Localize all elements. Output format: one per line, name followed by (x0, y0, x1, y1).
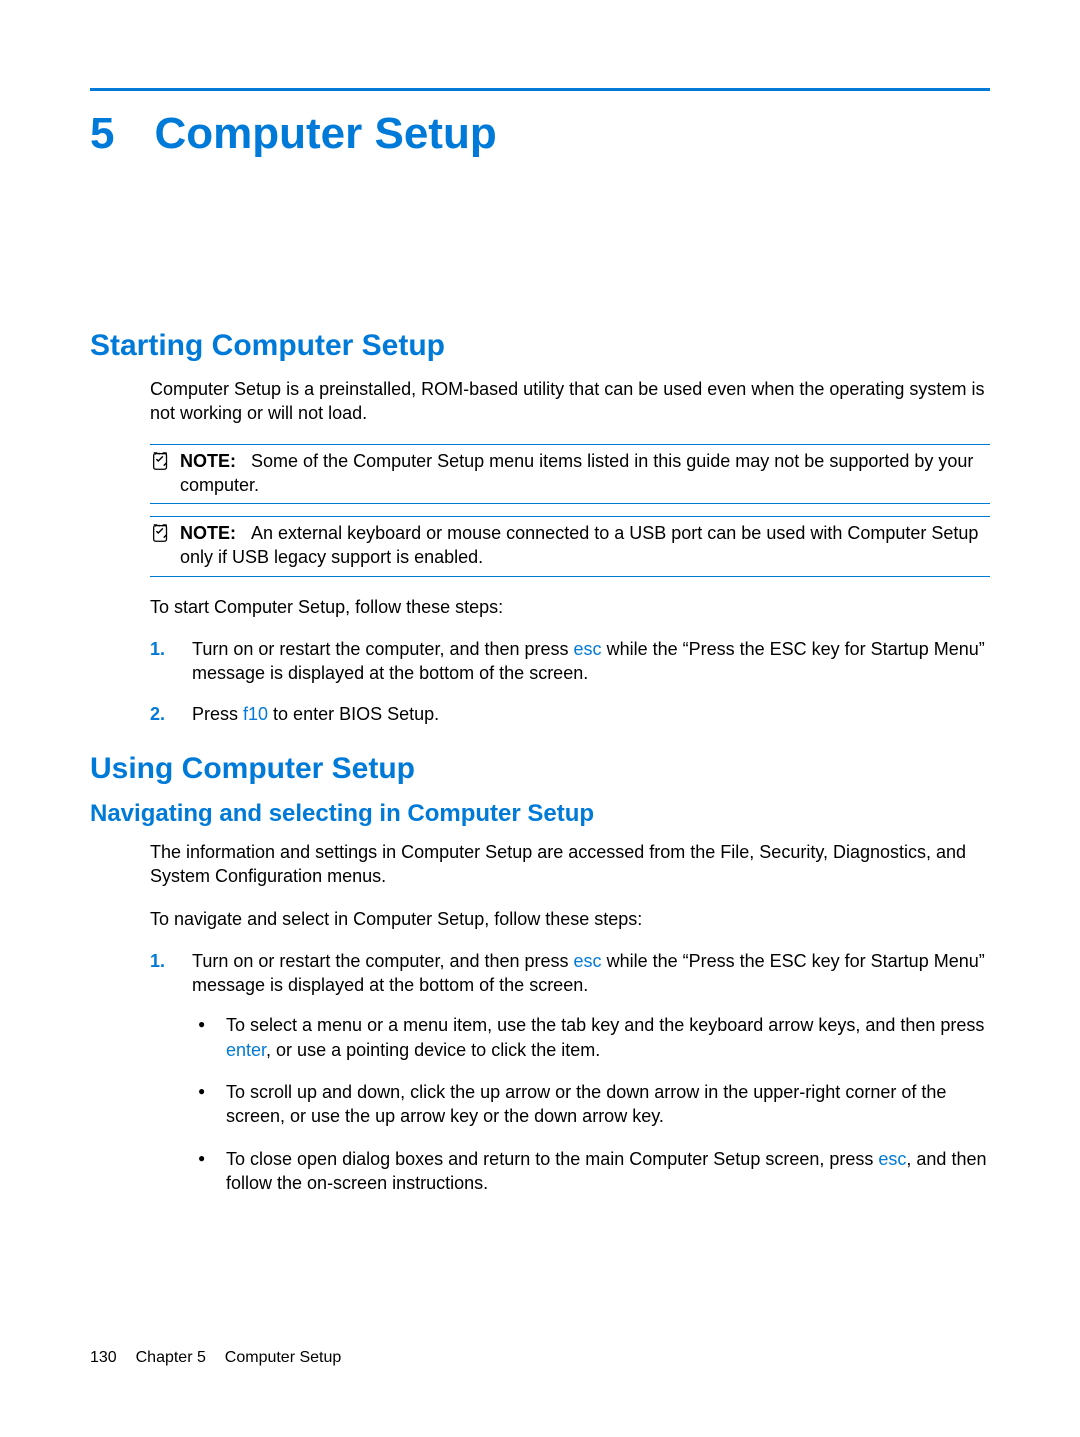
subsection-heading-navigating: Navigating and selecting in Computer Set… (90, 800, 990, 828)
chapter-number: 5 (90, 109, 114, 159)
section-heading-using: Using Computer Setup (90, 752, 990, 786)
key-esc: esc (878, 1149, 906, 1169)
nav-step-1: Turn on or restart the computer, and the… (150, 949, 990, 1195)
chapter-heading: 5 Computer Setup (90, 109, 990, 159)
top-rule (90, 88, 990, 91)
footer-chapter-label: Chapter 5 (136, 1349, 206, 1366)
step-2: Press f10 to enter BIOS Setup. (150, 702, 990, 726)
note-icon (150, 450, 174, 478)
nav-paragraph-1: The information and settings in Computer… (150, 840, 990, 889)
steps-lead: To start Computer Setup, follow these st… (150, 595, 990, 619)
key-esc: esc (574, 639, 602, 659)
page-footer: 130 Chapter 5 Computer Setup (90, 1349, 341, 1367)
note-icon (150, 522, 174, 550)
key-enter: enter (226, 1040, 266, 1060)
bullet-close: To close open dialog boxes and return to… (192, 1147, 990, 1196)
note-label: NOTE: (180, 523, 236, 543)
intro-paragraph: Computer Setup is a preinstalled, ROM-ba… (150, 377, 990, 426)
bullet-select: To select a menu or a menu item, use the… (192, 1013, 990, 1062)
nav-paragraph-2: To navigate and select in Computer Setup… (150, 907, 990, 931)
steps-list: Turn on or restart the computer, and the… (150, 637, 990, 726)
nav-steps-list: Turn on or restart the computer, and the… (150, 949, 990, 1195)
nav-bullets: To select a menu or a menu item, use the… (192, 1013, 990, 1195)
footer-chapter-title: Computer Setup (225, 1349, 342, 1366)
step-1: Turn on or restart the computer, and the… (150, 637, 990, 686)
note-text: An external keyboard or mouse connected … (180, 523, 978, 567)
note-text: Some of the Computer Setup menu items li… (180, 451, 973, 495)
key-esc: esc (574, 951, 602, 971)
section-heading-starting: Starting Computer Setup (90, 329, 990, 363)
note-block-1: NOTE: Some of the Computer Setup menu it… (150, 444, 990, 505)
note-label: NOTE: (180, 451, 236, 471)
key-f10: f10 (243, 704, 268, 724)
page-number: 130 (90, 1349, 117, 1366)
note-block-2: NOTE: An external keyboard or mouse conn… (150, 516, 990, 577)
bullet-scroll: To scroll up and down, click the up arro… (192, 1080, 990, 1129)
chapter-title: Computer Setup (154, 109, 496, 159)
